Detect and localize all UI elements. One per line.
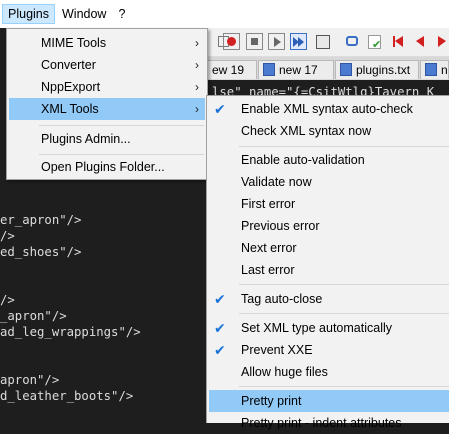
menu-window[interactable]: Window (57, 4, 111, 24)
menu-item-next-error[interactable]: Next error (209, 237, 449, 259)
toolbar: ✔ (207, 28, 449, 57)
menu-item-set-xml-type-automatically[interactable]: ✔ Set XML type automatically (209, 317, 449, 339)
tab-ne[interactable]: ne (420, 60, 449, 79)
menu-item-label: Open Plugins Folder... (41, 160, 165, 174)
menu-plugins[interactable]: Plugins (2, 4, 55, 24)
stop-macro-button[interactable] (246, 33, 263, 50)
save-macro-button[interactable] (314, 33, 331, 50)
menu-item-label: Prevent XXE (241, 343, 313, 357)
previous-icon (416, 36, 424, 47)
check-button[interactable]: ✔ (366, 33, 383, 51)
menu-item-label: Tag auto-close (241, 292, 323, 306)
menu-item-label: Enable XML syntax auto-check (241, 102, 413, 116)
play-icon (274, 37, 281, 47)
menu-separator (39, 125, 204, 126)
menu-separator (239, 313, 449, 314)
menu-item-label: First error (241, 197, 296, 211)
menu-item-last-error[interactable]: Last error (209, 259, 449, 281)
menu-help[interactable]: ? (113, 4, 130, 24)
menu-item-validate-now[interactable]: Validate now (209, 171, 449, 193)
run-macro-multiple-button[interactable] (290, 33, 307, 50)
menu-item-open-plugins-folder[interactable]: Open Plugins Folder... (9, 156, 205, 178)
menu-item-xml-tools[interactable]: XML Tools › (9, 98, 205, 120)
menu-item-mime-tools[interactable]: MIME Tools › (9, 32, 205, 54)
save-macro-icon (316, 35, 330, 49)
menu-separator (39, 154, 204, 155)
code-line: apron"/> (0, 373, 60, 387)
play-macro-button[interactable] (268, 33, 285, 50)
menu-item-previous-error[interactable]: Previous error (209, 215, 449, 237)
record-icon (227, 37, 236, 46)
menu-item-first-error[interactable]: First error (209, 193, 449, 215)
next-icon (438, 36, 446, 47)
submenu-arrow-icon: › (195, 36, 199, 50)
menu-item-label: Plugins Admin... (41, 132, 131, 146)
code-line: ed_shoes"/> (0, 245, 82, 259)
code-line: /> (0, 293, 15, 307)
menu-item-label: Check XML syntax now (241, 124, 372, 138)
sync-scroll-button[interactable] (344, 33, 361, 50)
menu-item-label: MIME Tools (41, 36, 107, 50)
code-line: d_leather_boots"/> (0, 389, 134, 403)
tab-bar: ew 19 new 17 plugins.txt ne (207, 57, 449, 81)
first-error-button[interactable] (390, 33, 407, 50)
tab-label: ne (441, 63, 448, 77)
menu-item-enable-xml-syntax-auto-check[interactable]: ✔ Enable XML syntax auto-check (209, 98, 449, 120)
menu-item-check-xml-syntax-now[interactable]: Check XML syntax now (209, 120, 449, 142)
file-icon (425, 63, 437, 76)
menu-item-pretty-print[interactable]: Pretty print (209, 390, 449, 412)
menu-item-converter[interactable]: Converter › (9, 54, 205, 76)
menu-item-enable-auto-validation[interactable]: Enable auto-validation (209, 149, 449, 171)
sync-icon (346, 36, 358, 46)
checkmark-icon: ✔ (214, 101, 226, 117)
menu-separator (239, 284, 449, 285)
tab-label: new 17 (279, 63, 318, 77)
submenu-arrow-icon: › (195, 80, 199, 94)
submenu-arrow-icon: › (195, 102, 199, 116)
menu-item-label: Set XML type automatically (241, 321, 392, 335)
code-line: /> (0, 229, 15, 243)
tab-plugins-txt[interactable]: plugins.txt (335, 60, 419, 79)
xml-tools-submenu: ✔ Enable XML syntax auto-check Check XML… (206, 95, 449, 430)
menu-item-label: Enable auto-validation (241, 153, 365, 167)
previous-error-button[interactable] (412, 33, 429, 50)
file-icon (340, 63, 352, 76)
record-macro-button[interactable] (223, 33, 240, 50)
menu-item-label: Last error (241, 263, 295, 277)
stop-icon (251, 38, 258, 45)
menu-item-label: Validate now (241, 175, 312, 189)
menu-item-label: Pretty print - indent attributes (241, 416, 402, 430)
tab-label: ew 19 (212, 63, 245, 77)
menu-item-pretty-print-indent-attributes[interactable]: Pretty print - indent attributes (209, 412, 449, 434)
file-icon (263, 63, 275, 76)
code-line: _apron"/> (0, 309, 67, 323)
tab-new-17[interactable]: new 17 (258, 60, 334, 79)
tab-label: plugins.txt (356, 63, 411, 77)
menu-item-label: XML Tools (41, 102, 99, 116)
menu-item-plugins-admin[interactable]: Plugins Admin... (9, 128, 205, 150)
menu-item-label: Pretty print (241, 394, 302, 408)
menu-item-label: Converter (41, 58, 96, 72)
submenu-arrow-icon: › (195, 58, 199, 72)
menu-item-allow-huge-files[interactable]: Allow huge files (209, 361, 449, 383)
menu-item-label: Allow huge files (241, 365, 328, 379)
checkmark-icon: ✔ (214, 320, 226, 336)
menu-item-label: Next error (241, 241, 297, 255)
tab-new-19[interactable]: ew 19 (207, 60, 257, 79)
checkmark-icon: ✔ (214, 342, 226, 358)
next-error-button[interactable] (434, 33, 449, 50)
menu-item-label: Previous error (241, 219, 320, 233)
menu-item-tag-auto-close[interactable]: ✔ Tag auto-close (209, 288, 449, 310)
menu-item-nppexport[interactable]: NppExport › (9, 76, 205, 98)
menu-separator (239, 146, 449, 147)
menu-item-prevent-xxe[interactable]: ✔ Prevent XXE (209, 339, 449, 361)
menu-item-label: NppExport (41, 80, 101, 94)
plugins-menu: MIME Tools › Converter › NppExport › XML… (6, 28, 208, 180)
menu-bar: Plugins Window ? (0, 0, 449, 28)
checkmark-icon: ✔ (214, 291, 226, 307)
menu-separator (239, 386, 449, 387)
code-line: er_apron"/> (0, 213, 82, 227)
code-line: ad_leg_wrappings"/> (0, 325, 141, 339)
